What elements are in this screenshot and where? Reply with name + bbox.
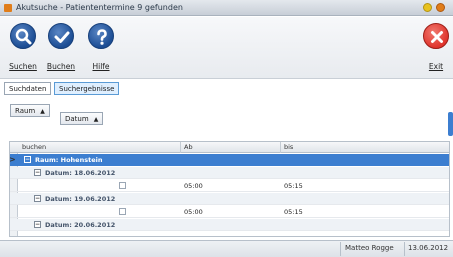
results-grid: buchen Ab bis > − Raum: Hohenstein − Dat…	[9, 141, 450, 237]
status-user: Matteo Rogge	[345, 244, 394, 252]
tab-suchdaten[interactable]: Suchdaten	[4, 82, 52, 95]
close-icon	[423, 23, 449, 49]
hilfe-button[interactable]: Hilfe	[84, 23, 118, 75]
minimize-button[interactable]	[423, 3, 432, 12]
window-title: Akutsuche - Patiententermine 9 gefunden	[16, 3, 183, 12]
sort-ascending-icon: ▲	[40, 108, 45, 115]
subgroup-label: Datum: 18.06.2012	[45, 169, 116, 177]
collapse-toggle[interactable]: −	[24, 156, 31, 163]
table-row[interactable]: 05:00 05:15	[10, 180, 449, 192]
collapse-toggle[interactable]: −	[34, 195, 41, 202]
suchen-button[interactable]: Suchen	[6, 23, 40, 75]
subgroup-label: Datum: 19.06.2012	[45, 195, 116, 203]
cell-bis: 05:15	[284, 182, 303, 190]
subgroup-row[interactable]: − Datum: 18.06.2012	[10, 167, 449, 179]
subgroup-label: Datum: 20.06.2012	[45, 221, 116, 229]
toolbar: Suchen Buchen Hilfe Exit	[0, 17, 453, 79]
status-date: 13.06.2012	[408, 244, 449, 252]
cell-ab: 05:00	[184, 208, 203, 216]
exit-button[interactable]: Exit	[421, 23, 451, 75]
group-row[interactable]: > − Raum: Hohenstein	[9, 154, 449, 166]
app-icon	[4, 4, 12, 12]
subgroup-row[interactable]: − Datum: 20.06.2012	[10, 219, 449, 231]
current-row-indicator: >	[9, 155, 16, 164]
collapse-toggle[interactable]: −	[34, 169, 41, 176]
group-chip-label: Raum	[15, 107, 36, 115]
suchen-label: Suchen	[9, 62, 37, 71]
sort-ascending-icon: ▲	[93, 116, 99, 123]
group-label: Raum: Hohenstein	[35, 156, 103, 164]
collapse-toggle[interactable]: −	[34, 221, 41, 228]
table-row[interactable]: 05:00 05:15	[10, 206, 449, 218]
tab-suchergebnisse[interactable]: Suchergebnisse	[54, 82, 120, 95]
search-icon	[10, 23, 36, 49]
group-chip-datum[interactable]: Datum ▲	[60, 112, 104, 125]
checkmark-icon	[48, 23, 74, 49]
buchen-checkbox[interactable]	[119, 182, 126, 189]
buchen-label: Buchen	[46, 62, 76, 71]
status-bar: Matteo Rogge 13.06.2012	[0, 240, 453, 257]
cell-bis: 05:15	[284, 208, 303, 216]
group-chip-raum[interactable]: Raum ▲	[10, 104, 50, 117]
title-bar: Akutsuche - Patiententermine 9 gefunden	[0, 0, 453, 16]
column-header-ab[interactable]: Ab	[184, 143, 193, 151]
vertical-scrollbar[interactable]	[448, 112, 453, 136]
subgroup-row[interactable]: − Datum: 19.06.2012	[10, 193, 449, 205]
column-header-buchen[interactable]: buchen	[22, 143, 46, 151]
column-header-bis[interactable]: bis	[284, 143, 293, 151]
cell-ab: 05:00	[184, 182, 203, 190]
close-window-button[interactable]	[436, 3, 445, 12]
hilfe-label: Hilfe	[92, 62, 110, 71]
help-icon	[88, 23, 114, 49]
buchen-button[interactable]: Buchen	[44, 23, 78, 75]
tab-strip: Suchdaten Suchergebnisse	[0, 80, 453, 96]
buchen-checkbox[interactable]	[119, 208, 126, 215]
grid-header: buchen Ab bis	[10, 142, 449, 153]
group-chip-label: Datum	[65, 115, 89, 123]
exit-label: Exit	[428, 62, 444, 71]
